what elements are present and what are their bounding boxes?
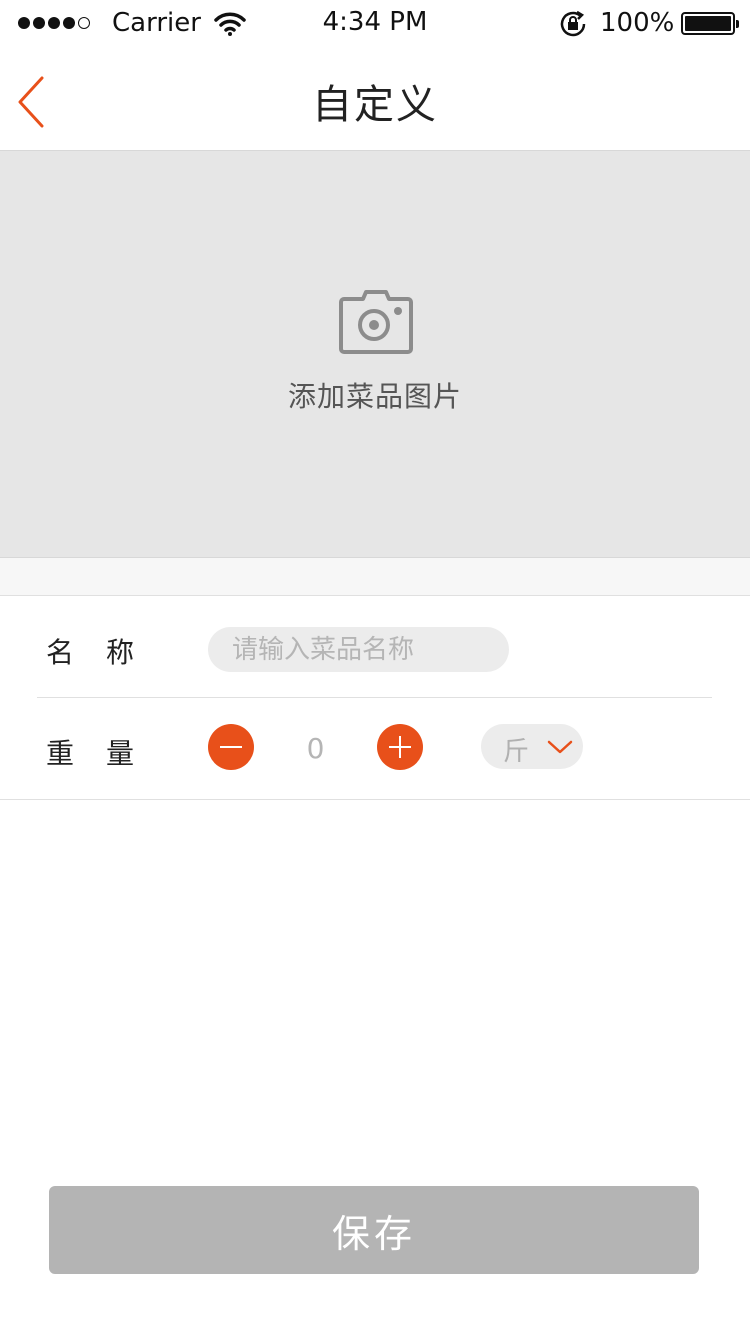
dish-form: 名称 重量 0 斤 (0, 597, 750, 800)
save-button[interactable]: 保存 (49, 1186, 699, 1274)
name-label: 名称 (46, 636, 167, 669)
battery-percentage: 100% (600, 8, 675, 38)
battery-icon (681, 12, 739, 35)
add-photo-label: 添加菜品图片 (287, 380, 462, 413)
weight-row: 重量 0 斤 (0, 698, 750, 798)
status-bar: Carrier 4:34 PM 100% (0, 0, 750, 46)
minus-icon (220, 746, 242, 748)
weight-label: 重量 (46, 737, 167, 770)
rotation-lock-icon (560, 10, 586, 37)
chevron-down-icon (547, 740, 573, 754)
unit-value: 斤 (503, 737, 530, 767)
decrease-weight-button[interactable] (208, 724, 254, 770)
name-row: 名称 (0, 597, 750, 697)
add-photo-area[interactable]: 添加菜品图片 (0, 150, 750, 558)
section-separator (0, 558, 750, 596)
increase-weight-button[interactable] (377, 724, 423, 770)
weight-value: 0 (306, 732, 325, 765)
unit-dropdown[interactable]: 斤 (481, 724, 583, 769)
camera-icon (339, 290, 413, 354)
page-title: 自定义 (312, 82, 438, 128)
nav-bar: 自定义 (0, 46, 750, 150)
dish-name-input[interactable] (208, 627, 509, 672)
